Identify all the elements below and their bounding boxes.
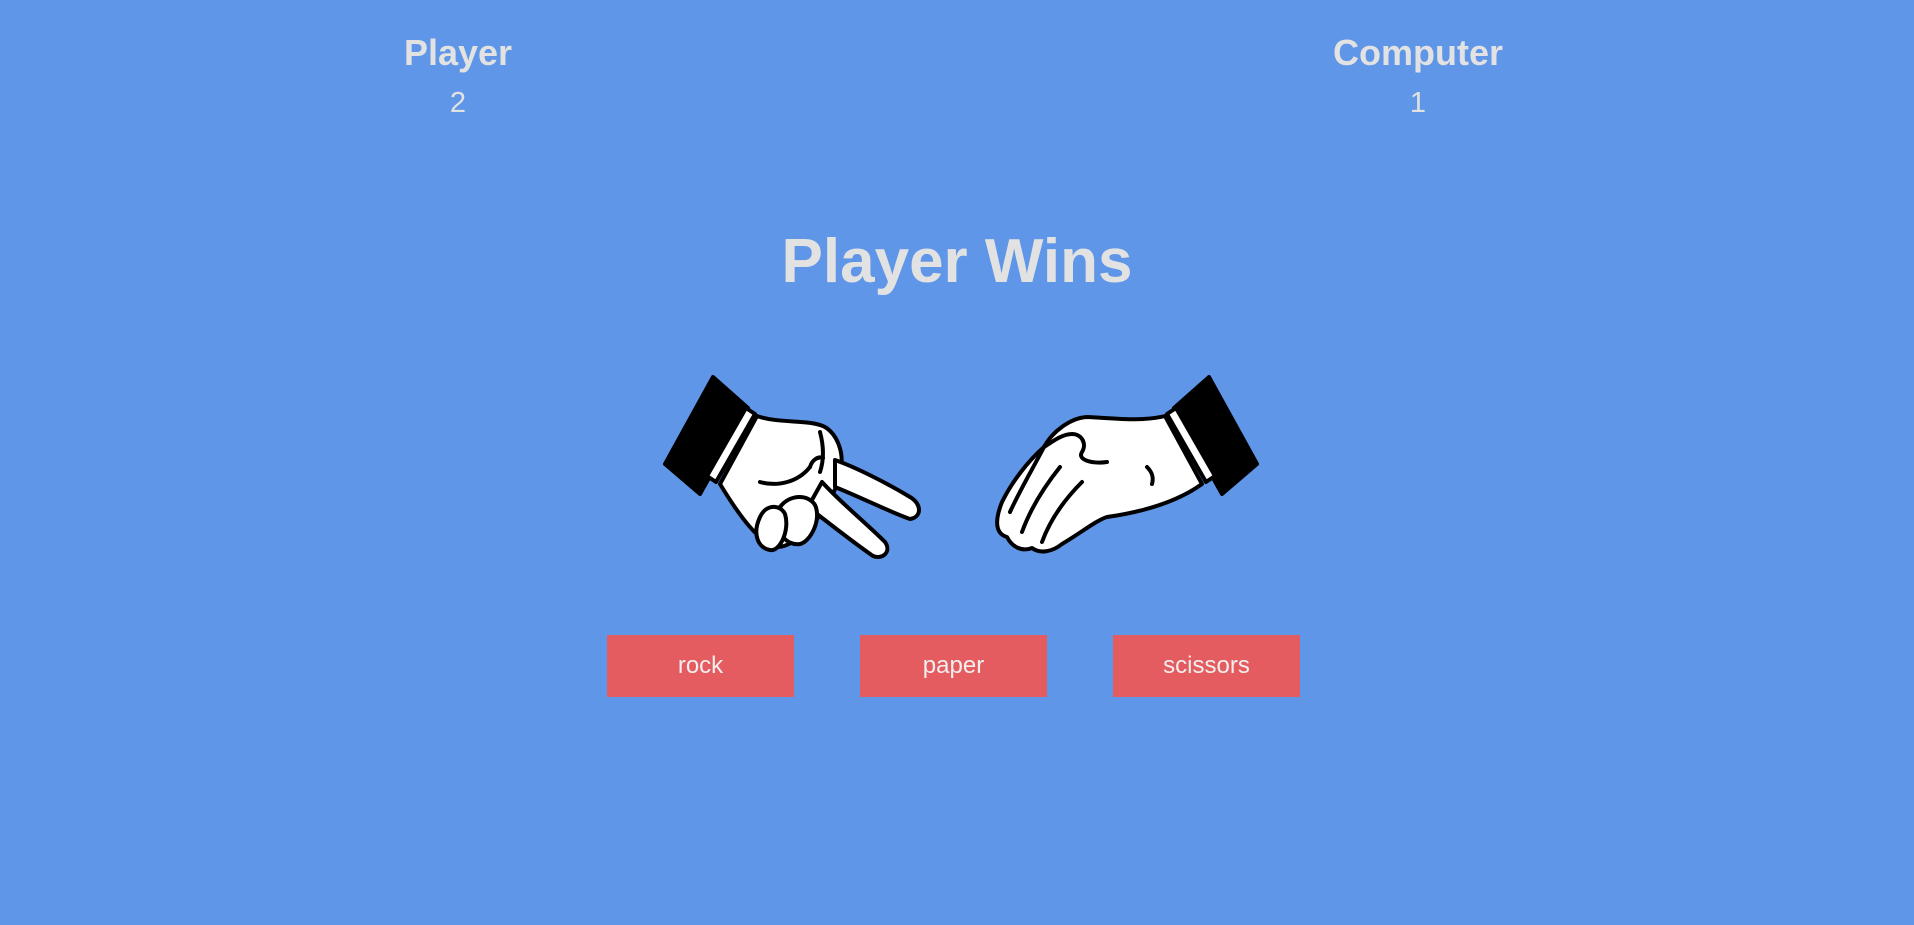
paper-button[interactable]: paper xyxy=(860,635,1047,697)
hands-display xyxy=(660,372,1260,572)
result-message: Player Wins xyxy=(781,227,1133,296)
player-label: Player xyxy=(403,32,513,73)
player-score-panel: Player 2 xyxy=(308,30,608,120)
rock-button[interactable]: rock xyxy=(607,635,794,697)
computer-score: 1 xyxy=(1409,87,1427,119)
paper-hand-icon xyxy=(995,375,1259,554)
computer-score-panel: Computer 1 xyxy=(1268,30,1568,120)
scissors-button[interactable]: scissors xyxy=(1113,635,1300,697)
scissors-hand-icon xyxy=(663,375,921,559)
computer-label: Computer xyxy=(1333,32,1503,73)
player-score: 2 xyxy=(449,87,467,119)
choice-buttons: rock paper scissors xyxy=(607,635,1307,697)
